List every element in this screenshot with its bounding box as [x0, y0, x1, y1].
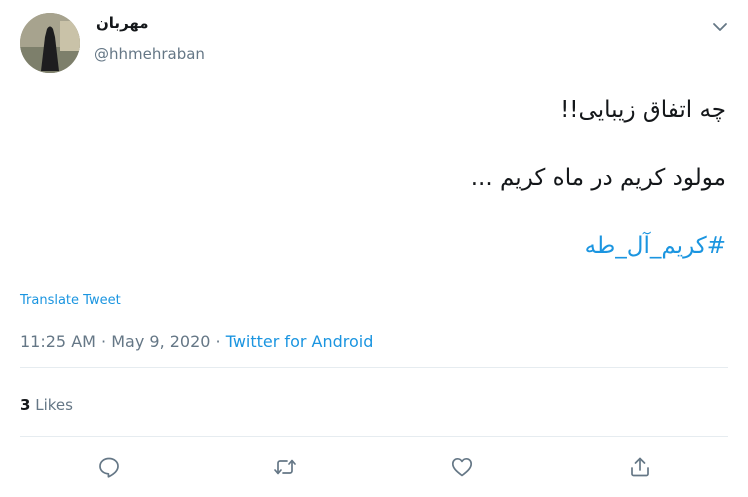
display-name[interactable]: مهربان [96, 14, 149, 32]
likes-stat[interactable]: 3 Likes [20, 396, 73, 414]
tweet-line: مولود کریم در ماه کریم ... [470, 165, 726, 191]
likes-count: 3 [20, 396, 31, 414]
avatar-photo-icon [20, 13, 80, 73]
divider [20, 367, 728, 368]
share-icon [631, 457, 649, 477]
chevron-down-icon[interactable] [709, 16, 731, 38]
tweet-date[interactable]: May 9, 2020 [111, 332, 210, 351]
tweet-time[interactable]: 11:25 AM [20, 332, 96, 351]
separator-dot: · [101, 332, 112, 351]
likes-label: Likes [35, 396, 73, 414]
reply-button[interactable] [94, 452, 124, 482]
avatar[interactable] [20, 13, 80, 73]
divider [20, 436, 728, 437]
tweet-meta: 11:25 AM · May 9, 2020 · Twitter for And… [20, 332, 373, 351]
tweet-source-link[interactable]: Twitter for Android [226, 332, 374, 351]
separator-dot: · [215, 332, 226, 351]
retweet-icon [274, 459, 296, 475]
tweet-text: چه اتفاق زیبایی!! مولود کریم در ماه کریم… [26, 90, 726, 266]
hashtag-link[interactable]: #کریم_آل_طه [26, 226, 726, 266]
like-button[interactable] [447, 452, 477, 482]
heart-icon [451, 457, 473, 477]
translate-tweet-link[interactable]: Translate Tweet [20, 293, 121, 308]
retweet-button[interactable] [270, 452, 300, 482]
user-handle[interactable]: @hhmehraban [94, 45, 205, 63]
reply-icon [99, 457, 119, 478]
tweet-line: چه اتفاق زیبایی!! [560, 97, 726, 123]
share-button[interactable] [625, 452, 655, 482]
